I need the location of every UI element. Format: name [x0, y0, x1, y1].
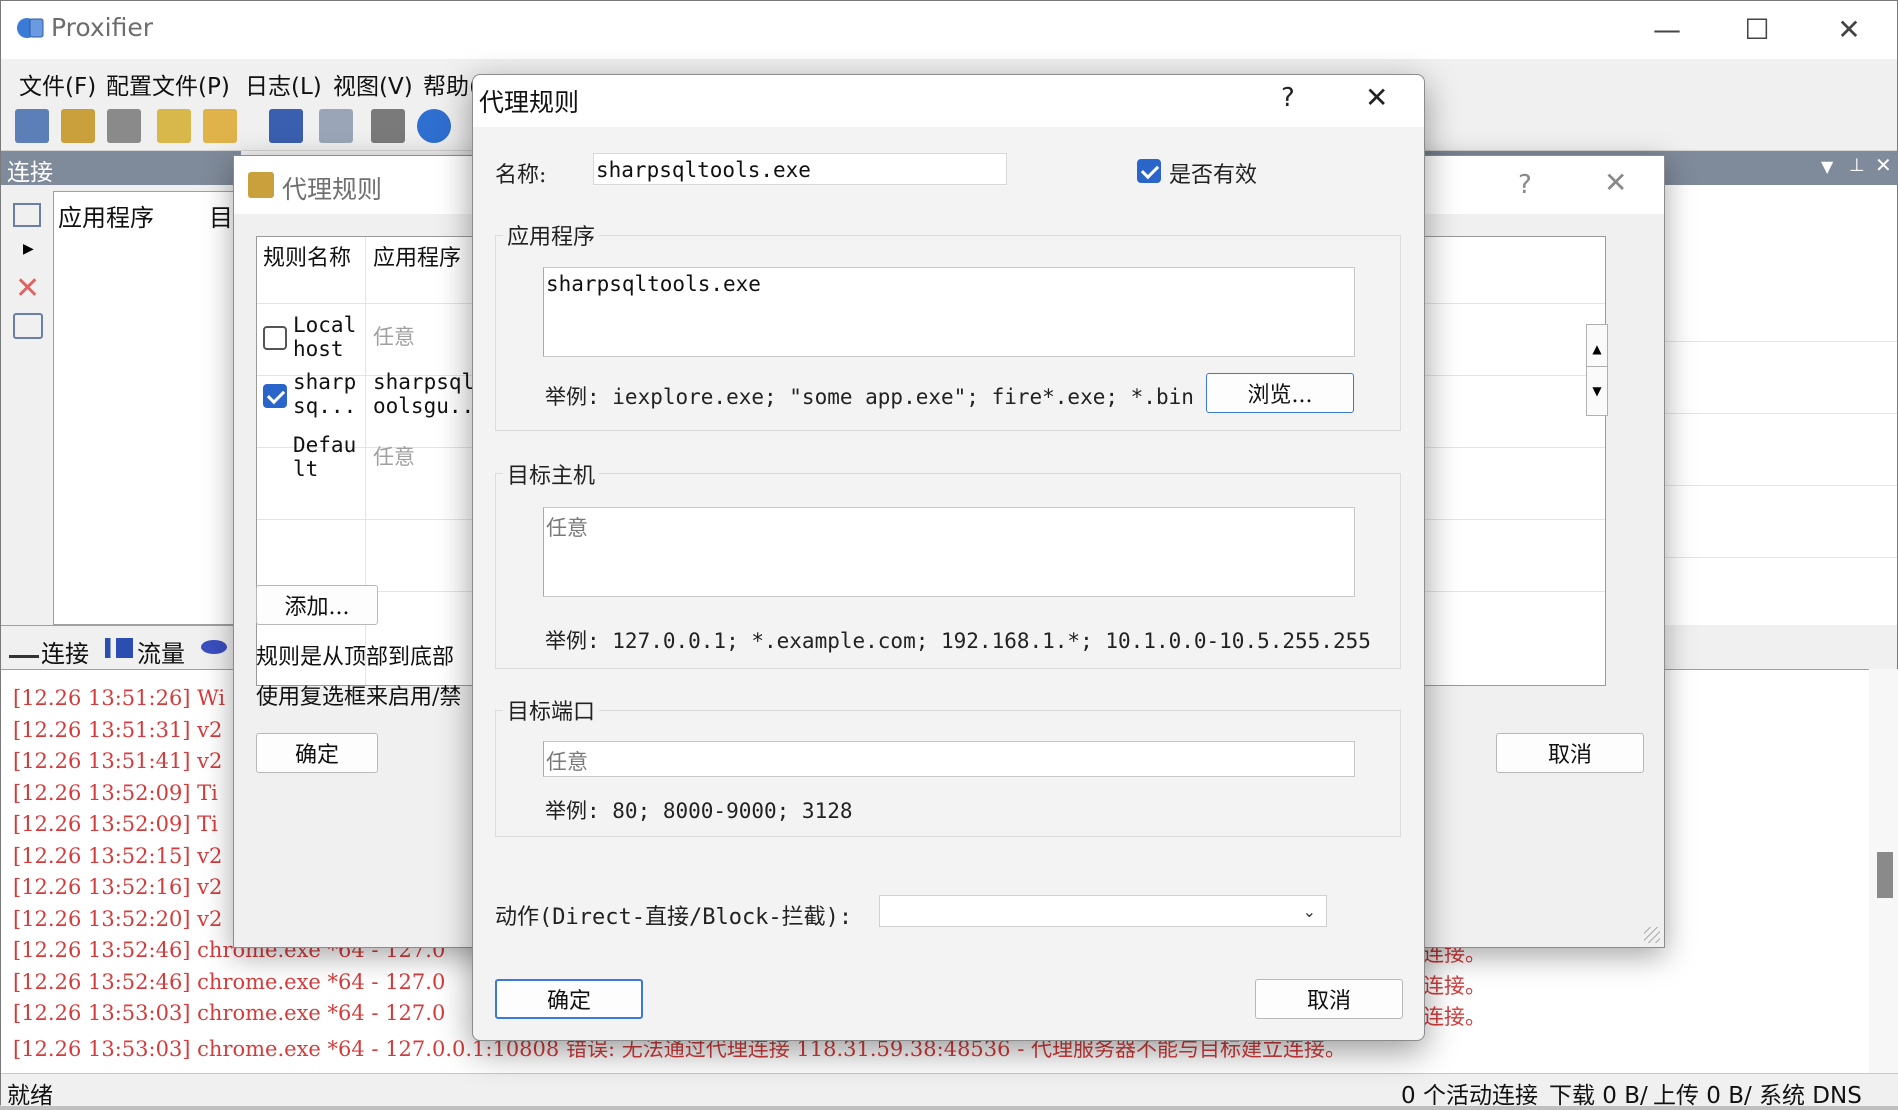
rule-edit-dialog: 代理规则 ? ✕ 名称: sharpsqltools.exe 是否有效 应用程序…	[472, 74, 1425, 1041]
connections-pane-sidebar: ▶ ✕	[1, 185, 53, 625]
target-ports-example: 举例: 80; 8000-9000; 3128	[545, 799, 853, 823]
log-line-tail: 连接。	[1423, 974, 1486, 998]
target-ports-group-title: 目标端口	[503, 694, 600, 726]
rule-name-sharpsql[interactable]: sharp sq...	[293, 370, 356, 418]
applications-example: 举例: iexplore.exe; "some app.exe"; fire*.…	[545, 385, 1194, 409]
rule-edit-help-button[interactable]: ?	[1281, 83, 1295, 113]
action-label: 动作(Direct-直接/Block-拦截):	[495, 905, 853, 930]
minimize-button[interactable]: —	[1637, 9, 1697, 49]
connections-tab-icon	[9, 638, 39, 658]
rules-dialog-help-button[interactable]: ?	[1518, 170, 1532, 200]
rule-enabled-label: 是否有效	[1169, 163, 1258, 188]
rule-enabled-checkbox-localhost[interactable]	[263, 326, 287, 350]
rules-cancel-button[interactable]: 取消	[1496, 733, 1644, 773]
column-header-rule-name[interactable]: 规则名称	[263, 247, 351, 271]
log-line: [12.26 13:52:46] chrome.exe *64 - 127.0	[13, 970, 446, 994]
connections-list[interactable]: 应用程序 目	[53, 191, 243, 625]
browse-button[interactable]: 浏览...	[1206, 373, 1354, 413]
target-ports-input[interactable]: 任意	[543, 741, 1355, 777]
expand-arrow-icon[interactable]: ▶	[23, 241, 34, 257]
maximize-button[interactable]: ☐	[1727, 9, 1787, 49]
rules-dialog-title: 代理规则	[282, 175, 383, 204]
rule-edit-title-bar: 代理规则 ? ✕	[473, 75, 1424, 127]
column-header-applications[interactable]: 应用程序	[373, 247, 461, 271]
log-line-tail: 连接。	[1423, 1005, 1486, 1029]
traffic-tab-icon	[105, 638, 133, 658]
rule-app-localhost: 任意	[373, 325, 415, 349]
rules-hint-checkbox: 使用复选框来启用/禁	[256, 685, 462, 710]
rules-ok-button[interactable]: 确定	[256, 733, 378, 773]
log-line: [12.26 13:52:16] v2	[13, 875, 223, 899]
proxifier-logo-icon	[17, 18, 44, 38]
pane-menu-icon[interactable]: ▼	[1821, 157, 1833, 176]
log-line: [12.26 13:52:09] Ti	[13, 812, 218, 836]
menu-view[interactable]: 视图(V)	[333, 67, 413, 101]
rule-app-default: 任意	[373, 445, 415, 469]
open-profile-icon[interactable]	[203, 109, 237, 143]
rule-name-localhost[interactable]: Local host	[293, 313, 356, 361]
list-view-icon[interactable]	[13, 203, 41, 227]
log-line: [12.26 13:52:15] v2	[13, 844, 223, 868]
column-header-target[interactable]: 目	[209, 198, 233, 233]
resize-grip-icon[interactable]	[1644, 927, 1660, 943]
menu-file[interactable]: 文件(F)	[19, 67, 96, 101]
tab-connections[interactable]: 连接	[41, 634, 89, 669]
pin-icon[interactable]: ⊥	[1849, 155, 1865, 176]
rule-name-default[interactable]: Defau lt	[293, 433, 356, 481]
close-connection-icon[interactable]: ✕	[15, 271, 40, 306]
rule-enabled-checkbox-sharpsql[interactable]	[263, 384, 287, 408]
block-connection-icon[interactable]	[13, 313, 43, 339]
save-profile-icon[interactable]	[269, 109, 303, 143]
statistics-tab-icon[interactable]	[201, 640, 227, 654]
menu-log[interactable]: 日志(L)	[245, 67, 322, 101]
log-line: [12.26 13:52:09] Ti	[13, 781, 218, 805]
rule-enabled-checkbox[interactable]	[1137, 159, 1161, 183]
print-icon[interactable]	[371, 109, 405, 143]
title-bar: Proxifier — ☐ ✕	[1, 1, 1897, 59]
close-window-button[interactable]: ✕	[1819, 9, 1879, 49]
tab-traffic[interactable]: 流量	[137, 634, 185, 669]
applications-group-title: 应用程序	[503, 219, 600, 251]
menu-profile[interactable]: 配置文件(P)	[106, 67, 230, 101]
name-resolution-icon[interactable]	[107, 109, 141, 143]
log-line: [12.26 13:52:20] v2	[13, 907, 223, 931]
applications-input[interactable]: sharpsqltools.exe	[543, 267, 1355, 357]
target-hosts-example: 举例: 127.0.0.1; *.example.com; 192.168.1.…	[545, 629, 1371, 653]
rule-name-input[interactable]: sharpsqltools.exe	[593, 153, 1007, 185]
rule-app-sharpsql: sharpsqlt oolsgu...	[373, 370, 487, 418]
action-dropdown[interactable]: ⌄	[879, 895, 1327, 927]
log-line: [12.26 13:51:31] v2	[13, 718, 223, 742]
pane-close-icon[interactable]: ✕	[1875, 153, 1892, 177]
window-title: Proxifier	[51, 13, 154, 42]
target-hosts-input[interactable]: 任意	[543, 507, 1355, 597]
name-label: 名称:	[495, 163, 547, 188]
rule-edit-close-button[interactable]: ✕	[1365, 81, 1388, 114]
rule-cancel-button[interactable]: 取消	[1255, 979, 1403, 1019]
add-rule-button[interactable]: 添加...	[256, 585, 378, 625]
help-icon[interactable]	[417, 109, 451, 143]
column-header-application[interactable]: 应用程序	[58, 198, 154, 233]
move-rule-down-button[interactable]: ▼	[1586, 366, 1608, 416]
proxy-servers-icon[interactable]	[15, 109, 49, 143]
bottom-tabs: 连接 流量	[1, 625, 241, 669]
log-line: [12.26 13:53:03] chrome.exe *64 - 127.0	[13, 1001, 446, 1025]
target-hosts-group-title: 目标主机	[503, 458, 600, 490]
log-line: [12.26 13:51:41] v2	[13, 749, 223, 773]
chevron-down-icon: ⌄	[1302, 902, 1316, 921]
rules-hint-order: 规则是从顶部到底部	[256, 645, 455, 670]
rule-edit-title: 代理规则	[479, 88, 580, 117]
log-scrollbar-thumb[interactable]	[1877, 852, 1893, 898]
connections-pane-title: 连接	[1, 151, 241, 186]
rules-dialog-icon	[248, 172, 274, 198]
proxification-rules-icon[interactable]	[61, 109, 95, 143]
advanced-settings-icon[interactable]	[157, 109, 191, 143]
rules-dialog-close-button[interactable]: ✕	[1604, 166, 1627, 199]
rule-ok-button[interactable]: 确定	[495, 979, 643, 1019]
export-log-icon[interactable]	[319, 109, 353, 143]
log-scrollbar[interactable]	[1869, 669, 1898, 1073]
status-bar: 就绪 0 个活动连接 下载 0 B/ 上传 0 B/ 系统 DNS	[1, 1073, 1898, 1109]
log-line: [12.26 13:51:26] Wi	[13, 686, 226, 710]
